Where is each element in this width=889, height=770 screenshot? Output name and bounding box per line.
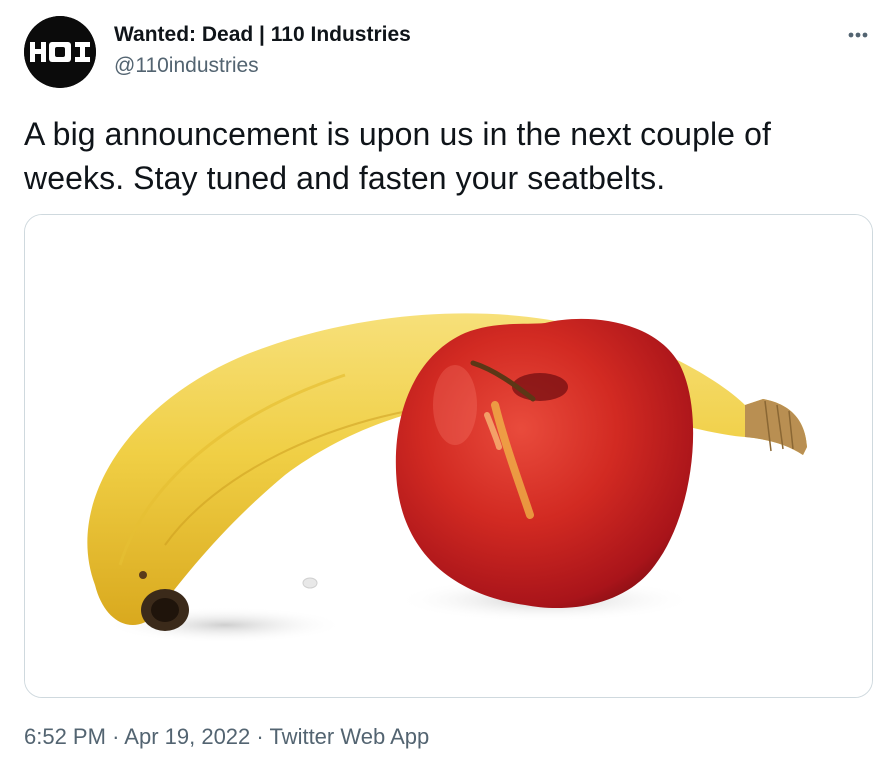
tweet-date[interactable]: Apr 19, 2022 xyxy=(124,724,250,749)
author-handle[interactable]: @110industries xyxy=(114,53,259,79)
tweet: Wanted: Dead | 110 Industries @110indust… xyxy=(0,0,889,770)
tweet-text: A big announcement is upon us in the nex… xyxy=(24,116,771,196)
more-options-button[interactable] xyxy=(838,18,878,54)
tweet-media[interactable] xyxy=(24,214,873,698)
media-image xyxy=(25,215,872,697)
tweet-meta: 6:52 PM · Apr 19, 2022 · Twitter Web App xyxy=(24,722,429,752)
tweet-source[interactable]: Twitter Web App xyxy=(269,724,429,749)
avatar[interactable] xyxy=(24,16,96,88)
tweet-time[interactable]: 6:52 PM xyxy=(24,724,106,749)
author-display-name[interactable]: Wanted: Dead | 110 Industries xyxy=(114,22,411,48)
apple xyxy=(395,318,694,609)
ellipsis-icon xyxy=(848,32,868,38)
meta-separator: · xyxy=(112,724,120,749)
avatar-logo xyxy=(24,16,96,88)
meta-separator: · xyxy=(256,724,264,749)
